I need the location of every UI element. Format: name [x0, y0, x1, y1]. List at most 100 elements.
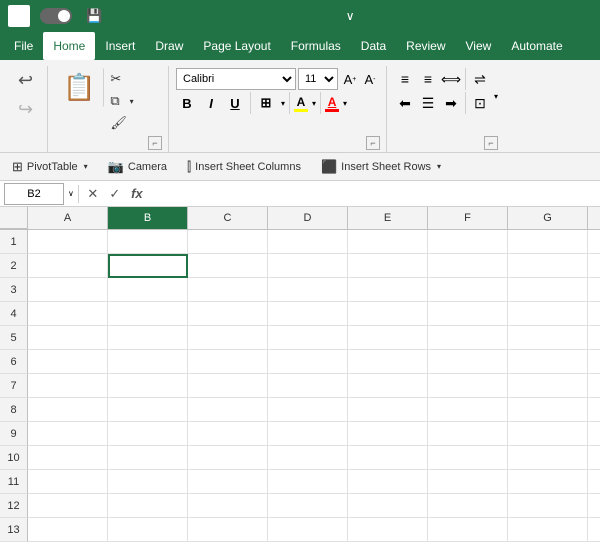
cell-G7[interactable] — [508, 374, 588, 398]
cell-G3[interactable] — [508, 278, 588, 302]
cell-E2[interactable] — [348, 254, 428, 278]
menu-page-layout[interactable]: Page Layout — [193, 32, 280, 60]
cell-C12[interactable] — [188, 494, 268, 518]
cell-G6[interactable] — [508, 350, 588, 374]
copy-button[interactable]: ⧉ ▾ — [106, 90, 137, 112]
cell-E11[interactable] — [348, 470, 428, 494]
undo-button[interactable]: ↩ — [16, 68, 35, 93]
paste-button[interactable]: 📋 — [55, 68, 104, 107]
cell-F1[interactable] — [428, 230, 508, 254]
cell-F7[interactable] — [428, 374, 508, 398]
function-wizard-button[interactable]: fx — [127, 184, 147, 204]
cell-G11[interactable] — [508, 470, 588, 494]
row-num-3[interactable]: 3 — [0, 278, 28, 302]
cell-F11[interactable] — [428, 470, 508, 494]
cell-E12[interactable] — [348, 494, 428, 518]
cell-G1[interactable] — [508, 230, 588, 254]
row-num-11[interactable]: 11 — [0, 470, 28, 494]
row-num-8[interactable]: 8 — [0, 398, 28, 422]
cell-C4[interactable] — [188, 302, 268, 326]
format-painter-button[interactable]: 🖌 — [106, 112, 137, 134]
menu-file[interactable]: File — [4, 32, 43, 60]
cell-E6[interactable] — [348, 350, 428, 374]
menu-data[interactable]: Data — [351, 32, 396, 60]
cell-D2[interactable] — [268, 254, 348, 278]
cell-B11[interactable] — [108, 470, 188, 494]
row-num-2[interactable]: 2 — [0, 254, 28, 278]
autosave-control[interactable] — [36, 8, 76, 24]
row-num-13[interactable]: 13 — [0, 518, 28, 542]
row-num-4[interactable]: 4 — [0, 302, 28, 326]
cell-D1[interactable] — [268, 230, 348, 254]
title-dropdown[interactable]: ∨ — [346, 9, 355, 23]
merge-button[interactable]: ⊡ — [469, 92, 491, 114]
merge-dropdown-arrow[interactable]: ▾ — [494, 92, 498, 114]
redo-button[interactable]: ↪ — [16, 97, 35, 122]
col-header-A[interactable]: A — [28, 207, 108, 229]
cell-D3[interactable] — [268, 278, 348, 302]
cell-H1[interactable] — [588, 230, 600, 254]
underline-button[interactable]: U — [224, 92, 246, 114]
cell-E13[interactable] — [348, 518, 428, 542]
fill-color-button[interactable]: A — [294, 95, 308, 112]
cell-A8[interactable] — [28, 398, 108, 422]
cell-F9[interactable] — [428, 422, 508, 446]
menu-home[interactable]: Home — [43, 32, 95, 60]
cell-D12[interactable] — [268, 494, 348, 518]
alignment-expand-button[interactable]: ⌐ — [484, 136, 498, 150]
clipboard-expand-button[interactable]: ⌐ — [148, 136, 162, 150]
cell-B6[interactable] — [108, 350, 188, 374]
menu-review[interactable]: Review — [396, 32, 455, 60]
cell-E5[interactable] — [348, 326, 428, 350]
cell-C13[interactable] — [188, 518, 268, 542]
cell-C5[interactable] — [188, 326, 268, 350]
italic-button[interactable]: I — [200, 92, 222, 114]
menu-view[interactable]: View — [456, 32, 502, 60]
cell-F5[interactable] — [428, 326, 508, 350]
pivot-dropdown-arrow[interactable]: ▾ — [84, 162, 88, 171]
autosave-toggle[interactable] — [40, 8, 72, 24]
cell-F6[interactable] — [428, 350, 508, 374]
cell-H11[interactable] — [588, 470, 600, 494]
cell-E8[interactable] — [348, 398, 428, 422]
insert-rows-button[interactable]: ⬛ Insert Sheet Rows ▾ — [313, 155, 449, 179]
border-dropdown-arrow[interactable]: ▾ — [281, 99, 285, 108]
cell-C9[interactable] — [188, 422, 268, 446]
bold-button[interactable]: B — [176, 92, 198, 114]
font-color-button[interactable]: A — [325, 95, 339, 112]
cell-B5[interactable] — [108, 326, 188, 350]
cell-A6[interactable] — [28, 350, 108, 374]
cell-H10[interactable] — [588, 446, 600, 470]
insert-rows-dropdown-arrow[interactable]: ▾ — [437, 162, 441, 171]
font-color-dropdown-arrow[interactable]: ▾ — [343, 99, 347, 108]
cell-A10[interactable] — [28, 446, 108, 470]
cell-A13[interactable] — [28, 518, 108, 542]
cell-A5[interactable] — [28, 326, 108, 350]
border-button[interactable]: ⊞ — [255, 92, 277, 114]
align-top-left-button[interactable]: ≡ — [394, 68, 416, 90]
cell-A7[interactable] — [28, 374, 108, 398]
menu-automate[interactable]: Automate — [501, 32, 572, 60]
font-grow-button[interactable]: A+ — [340, 68, 360, 90]
cell-G4[interactable] — [508, 302, 588, 326]
cell-B3[interactable] — [108, 278, 188, 302]
cell-H2[interactable] — [588, 254, 600, 278]
font-expand-button[interactable]: ⌐ — [366, 136, 380, 150]
cell-G12[interactable] — [508, 494, 588, 518]
cell-F3[interactable] — [428, 278, 508, 302]
cell-G10[interactable] — [508, 446, 588, 470]
cell-F10[interactable] — [428, 446, 508, 470]
cell-C11[interactable] — [188, 470, 268, 494]
cell-B7[interactable] — [108, 374, 188, 398]
cell-E4[interactable] — [348, 302, 428, 326]
cell-E10[interactable] — [348, 446, 428, 470]
cell-C10[interactable] — [188, 446, 268, 470]
menu-formulas[interactable]: Formulas — [281, 32, 351, 60]
save-icon[interactable]: 💾 — [86, 8, 102, 24]
row-num-6[interactable]: 6 — [0, 350, 28, 374]
cell-H5[interactable] — [588, 326, 600, 350]
menu-insert[interactable]: Insert — [95, 32, 145, 60]
copy-dropdown-arrow[interactable]: ▾ — [130, 97, 134, 106]
align-left-button[interactable]: ⬅ — [394, 92, 416, 114]
insert-columns-button[interactable]: ⫿ Insert Sheet Columns — [179, 155, 309, 179]
